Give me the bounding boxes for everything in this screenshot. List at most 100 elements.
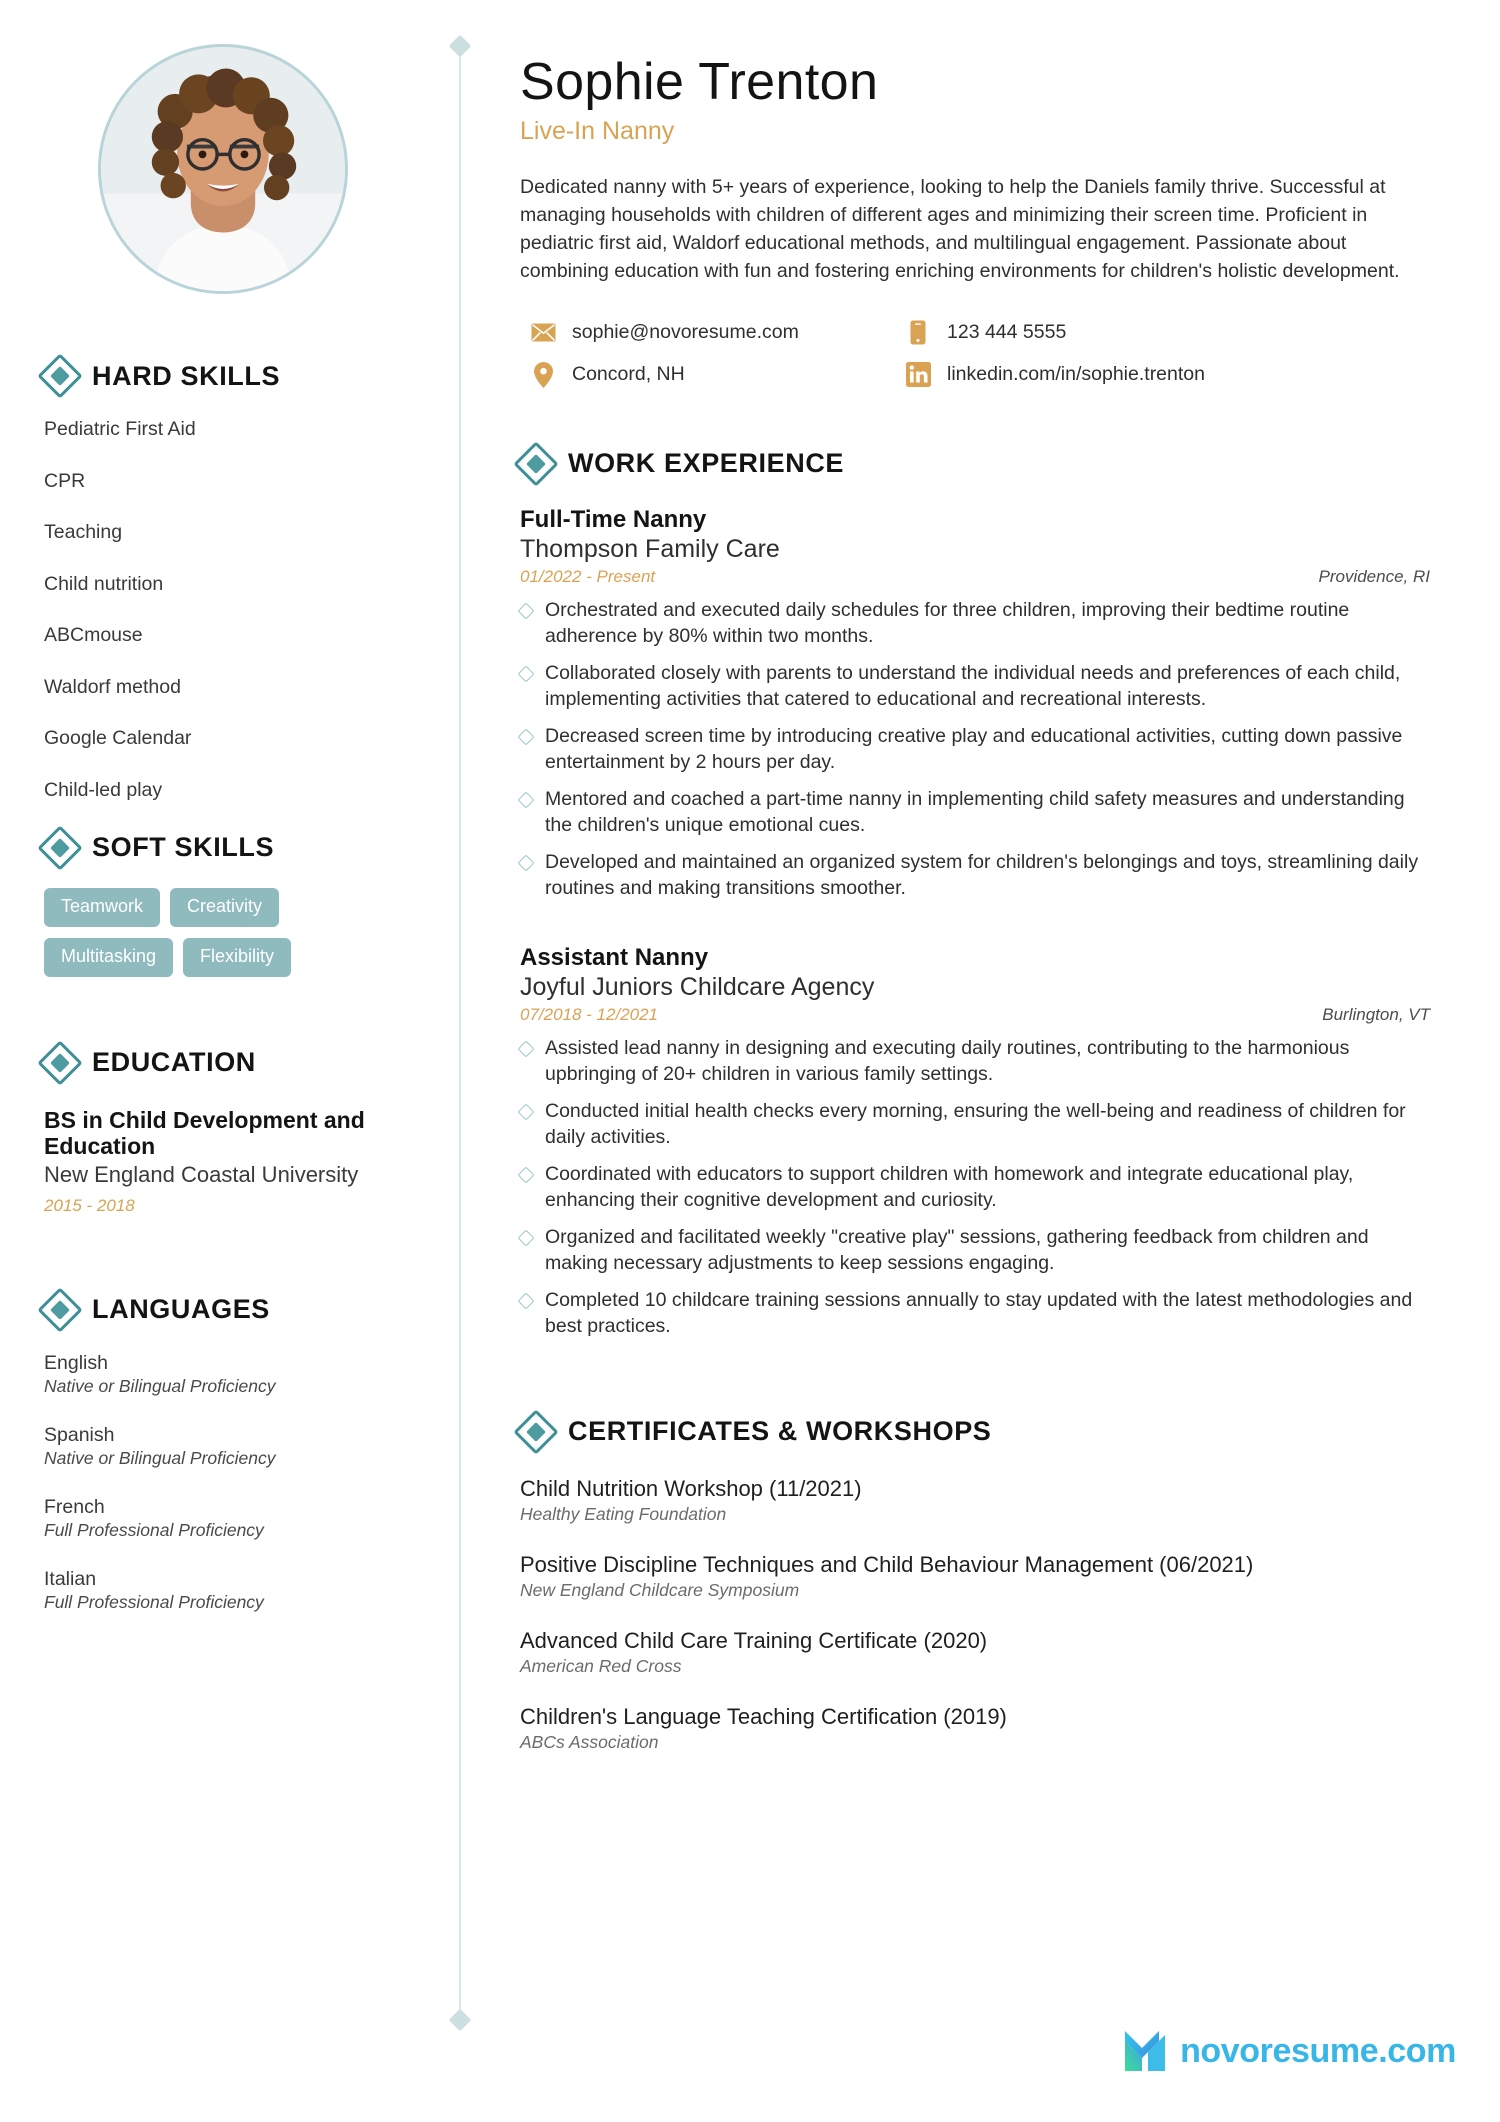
contact-linkedin[interactable]: linkedin.com/in/sophie.trenton [905, 362, 1430, 388]
soft-skills-tags: Teamwork Creativity Multitasking Flexibi… [44, 887, 406, 977]
list-item: Organized and facilitated weekly "creati… [517, 1224, 1430, 1277]
diamond-bullet-icon [517, 728, 535, 746]
contact-phone[interactable]: 123 444 5555 [905, 320, 1430, 346]
hard-skills-list: Pediatric First Aid CPR Teaching Child n… [44, 418, 406, 802]
soft-skills-heading: SOFT SKILLS [37, 824, 406, 871]
certificate-org: New England Childcare Symposium [520, 1579, 800, 1600]
list-item: Child-led play [44, 778, 163, 801]
location-pin-icon [530, 361, 556, 388]
diamond-icon [37, 353, 83, 399]
job-meta: 07/2018 - 12/2021 Burlington, VT [520, 1005, 1430, 1025]
list-item: English Native or Bilingual Proficiency [44, 1352, 406, 1397]
page-title: Sophie Trenton [520, 53, 879, 111]
language-level: Full Professional Proficiency [44, 1519, 264, 1540]
bullet-text: Coordinated with educators to support ch… [545, 1162, 1354, 1212]
language-level: Native or Bilingual Proficiency [44, 1375, 276, 1396]
diamond-bullet-icon [517, 1292, 535, 1310]
bullet-text: Orchestrated and executed daily schedule… [545, 598, 1350, 648]
certificate-name: Children's Language Teaching Certificati… [520, 1703, 1007, 1729]
education-school: New England Coastal University [44, 1162, 359, 1188]
bullet-text: Conducted initial health checks every mo… [545, 1099, 1406, 1149]
contact-location: Concord, NH [530, 361, 905, 388]
contact-email[interactable]: sophie@novoresume.com [530, 320, 905, 346]
work-experience-heading: WORK EXPERIENCE [513, 441, 1430, 487]
linkedin-icon [905, 362, 931, 388]
education-heading: EDUCATION [37, 1039, 406, 1086]
list-item: Developed and maintained an organized sy… [517, 849, 1430, 902]
diamond-icon [513, 441, 559, 487]
language-name: English [44, 1351, 108, 1374]
diamond-bullet-icon [517, 854, 535, 872]
sidebar: HARD SKILLS Pediatric First Aid CPR Teac… [0, 0, 450, 1640]
job-dates: 01/2022 - Present [520, 566, 656, 586]
certificate-name: Positive Discipline Techniques and Child… [520, 1551, 1254, 1577]
job-title: Assistant Nanny [520, 943, 709, 971]
list-item: Mentored and coached a part-time nanny i… [517, 786, 1430, 839]
list-item: Pediatric First Aid [44, 418, 196, 440]
education-entry: BS in Child Development and Education Ne… [44, 1107, 406, 1216]
novoresume-logo[interactable]: novoresume.com [1122, 2028, 1456, 2074]
bullet-text: Organized and facilitated weekly "creati… [545, 1225, 1369, 1275]
bullet-text: Decreased screen time by introducing cre… [545, 724, 1403, 774]
section-soft-skills: SOFT SKILLS Teamwork Creativity Multitas… [37, 824, 406, 977]
job-location: Providence, RI [1318, 566, 1431, 586]
diamond-bullet-icon [517, 665, 535, 683]
section-title: CERTIFICATES & WORKSHOPS [568, 1416, 992, 1447]
section-title: LANGUAGES [92, 1294, 270, 1325]
certificate-org: American Red Cross [520, 1655, 682, 1676]
list-item: CPR [44, 469, 86, 492]
education-dates: 2015 - 2018 [44, 1195, 135, 1215]
list-item: Positive Discipline Techniques and Child… [520, 1552, 1430, 1601]
job-role-subtitle: Live-In Nanny [520, 116, 675, 145]
contact-value: 123 444 5555 [947, 321, 1067, 344]
diamond-icon [37, 1039, 83, 1086]
job-company: Thompson Family Care [520, 534, 780, 563]
main-column: Sophie Trenton Live-In Nanny Dedicated n… [513, 0, 1431, 1780]
divider-bottom-diamond-icon [448, 2008, 472, 2032]
list-item: Collaborated closely with parents to und… [517, 660, 1430, 713]
work-entry: Assistant Nanny Joyful Juniors Childcare… [517, 943, 1430, 1340]
vertical-divider [459, 46, 461, 2024]
language-level: Full Professional Proficiency [44, 1591, 264, 1612]
contact-details: sophie@novoresume.com 123 444 5555 Conco… [520, 320, 1430, 388]
list-item: Child Nutrition Workshop (11/2021) Healt… [520, 1476, 1430, 1525]
job-bullets: Assisted lead nanny in designing and exe… [517, 1035, 1430, 1340]
language-name: French [44, 1495, 105, 1518]
languages-heading: LANGUAGES [37, 1287, 406, 1333]
bullet-text: Collaborated closely with parents to und… [545, 661, 1401, 711]
email-icon [530, 320, 556, 346]
section-title: EDUCATION [92, 1047, 256, 1077]
education-degree: BS in Child Development and Education [44, 1106, 365, 1159]
resume-page: HARD SKILLS Pediatric First Aid CPR Teac… [0, 0, 1500, 2122]
bullet-text: Assisted lead nanny in designing and exe… [545, 1036, 1350, 1086]
language-level: Native or Bilingual Proficiency [44, 1447, 276, 1468]
diamond-bullet-icon [517, 1103, 535, 1121]
section-title: SOFT SKILLS [92, 832, 275, 862]
diamond-bullet-icon [517, 602, 535, 620]
bullet-text: Mentored and coached a part-time nanny i… [545, 787, 1405, 837]
soft-skill-tag: Teamwork [44, 887, 161, 927]
tag-row: Teamwork Creativity [44, 887, 406, 927]
list-item: Teaching [44, 521, 123, 543]
list-item: Child nutrition [44, 572, 164, 595]
certificates-list: Child Nutrition Workshop (11/2021) Healt… [520, 1476, 1430, 1753]
diamond-bullet-icon [517, 791, 535, 809]
diamond-bullet-icon [517, 1166, 535, 1184]
soft-skill-tag: Multitasking [44, 937, 174, 977]
certificate-org: ABCs Association [520, 1731, 659, 1752]
divider-top-diamond-icon [448, 34, 472, 58]
certificates-heading: CERTIFICATES & WORKSHOPS [513, 1409, 1430, 1455]
list-item: Waldorf method [44, 675, 181, 698]
list-item: Coordinated with educators to support ch… [517, 1161, 1430, 1214]
tag-row: Multitasking Flexibility [44, 937, 406, 977]
list-item: Spanish Native or Bilingual Proficiency [44, 1424, 406, 1469]
list-item: Children's Language Teaching Certificati… [520, 1704, 1430, 1753]
diamond-icon [37, 1287, 83, 1333]
contact-value: linkedin.com/in/sophie.trenton [947, 363, 1205, 386]
contact-value: sophie@novoresume.com [572, 321, 799, 344]
list-item: Completed 10 childcare training sessions… [517, 1287, 1430, 1340]
work-entry: Full-Time Nanny Thompson Family Care 01/… [517, 506, 1431, 902]
list-item: French Full Professional Proficiency [44, 1496, 406, 1541]
section-education: EDUCATION BS in Child Development and Ed… [37, 1039, 406, 1216]
job-company: Joyful Juniors Childcare Agency [520, 972, 875, 1001]
